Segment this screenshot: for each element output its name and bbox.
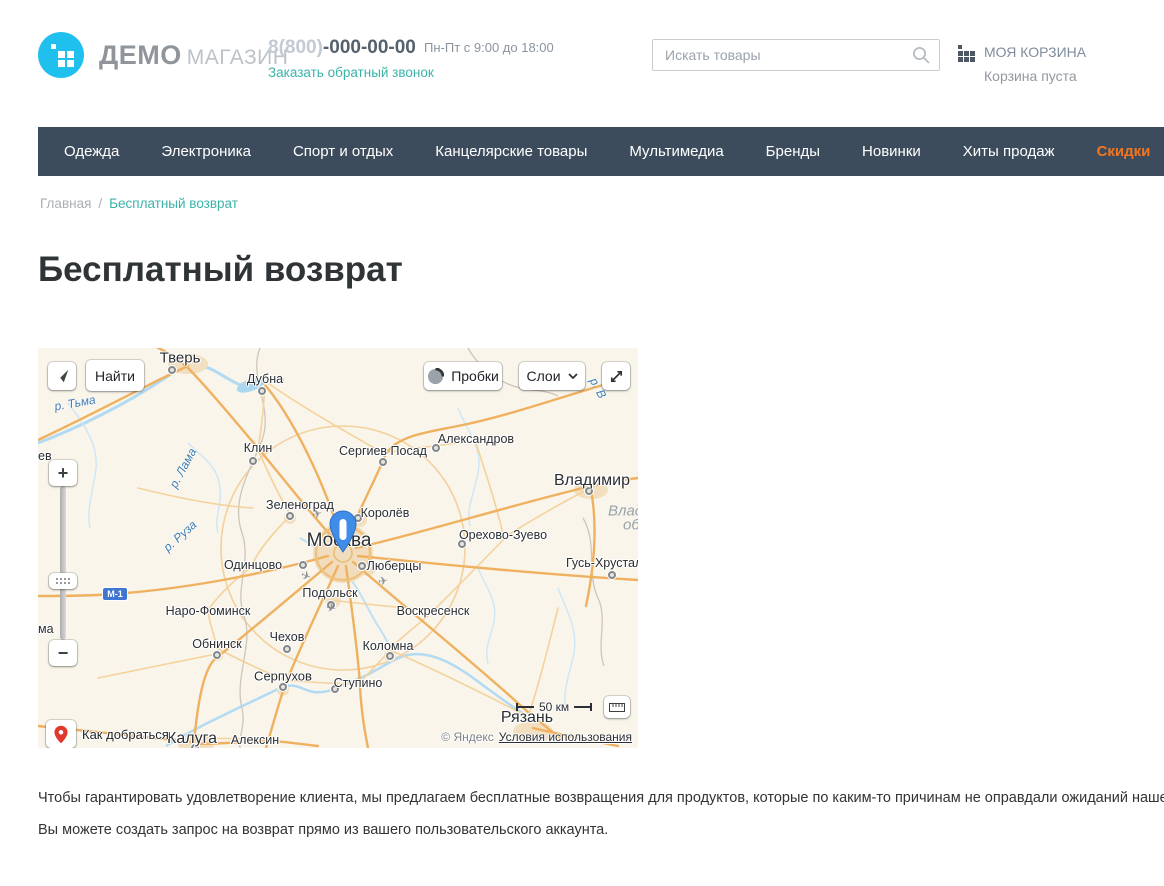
traffic-button[interactable]: Пробки — [424, 362, 502, 390]
body-paragraph-2: Вы можете создать запрос на возврат прям… — [38, 822, 608, 838]
working-hours: Пн-Пт с 9:00 до 18:00 — [424, 40, 554, 55]
brand-name: ДЕМОМАГАЗИН — [99, 40, 288, 71]
map-placemark-pin[interactable] — [328, 510, 358, 559]
nav-item-Мультимедиа[interactable]: Мультимедиа — [608, 143, 744, 160]
map-city-dot — [249, 457, 257, 465]
map-city-label: Гусь-Хрустальный — [566, 556, 638, 570]
map-attribution: © Яндекс Условия использования — [441, 730, 632, 744]
logo-pixels-icon — [38, 32, 84, 78]
nav-item-Электроника[interactable]: Электроника — [140, 143, 272, 160]
yandex-map[interactable]: Тверь Дубна Клин Сергиев Посад Александров Вл… — [38, 348, 638, 748]
map-city-label: Сергиев Посад — [339, 444, 427, 458]
map-city-dot — [358, 562, 366, 570]
page-title: Бесплатный возврат — [38, 250, 403, 290]
nav-item-Спорт и отдых[interactable]: Спорт и отдых — [272, 143, 414, 160]
nav-item-Канцелярские товары[interactable]: Канцелярские товары — [414, 143, 608, 160]
search-input[interactable] — [653, 40, 939, 70]
map-find-button[interactable]: Найти — [86, 360, 144, 391]
map-city-label: Ступино — [334, 676, 383, 690]
map-city-label: Тверь — [160, 350, 201, 367]
map-city-label: Орехово-Зуево — [459, 528, 547, 542]
map-city-label: Серпухов — [254, 669, 312, 684]
traffic-light-icon — [427, 368, 444, 385]
cart-status: Корзина пуста — [984, 68, 1086, 84]
map-city-label: Подольск — [302, 586, 357, 600]
map-city-dot — [213, 651, 221, 659]
map-city-dot — [608, 571, 616, 579]
brand-bold: ДЕМО — [99, 40, 182, 70]
map-city-label: Воскресенск — [397, 604, 470, 618]
route-button[interactable] — [46, 720, 76, 748]
phone-number: 8(800)-000-00-00 — [268, 37, 416, 59]
map-city-dot — [168, 366, 176, 374]
map-city-label: ма — [38, 622, 54, 636]
search-icon[interactable] — [912, 46, 931, 70]
fullscreen-expand-icon — [609, 369, 624, 384]
fullscreen-button[interactable] — [602, 362, 630, 390]
breadcrumb-home[interactable]: Главная — [40, 196, 91, 211]
map-city-label: Алексин — [231, 733, 279, 747]
map-city-label: Обнинск — [192, 637, 241, 651]
map-city-dot — [258, 387, 266, 395]
zoom-in-button[interactable]: + — [49, 460, 77, 486]
ruler-button[interactable] — [604, 696, 630, 718]
map-city-label: Королёв — [361, 506, 410, 520]
road-badge-m1: М-1 — [103, 588, 127, 600]
main-nav: ОдеждаЭлектроникаСпорт и отдыхКанцелярск… — [38, 127, 1164, 176]
cart-widget[interactable]: МОЯ КОРЗИНА Корзина пуста — [957, 44, 1086, 84]
map-city-label: Калуга — [167, 730, 217, 748]
cart-title[interactable]: МОЯ КОРЗИНА — [984, 44, 1086, 60]
map-city-label: Клин — [244, 441, 272, 455]
map-city-label: Коломна — [363, 639, 414, 653]
nav-item-Одежда[interactable]: Одежда — [43, 143, 140, 160]
geolocation-button[interactable] — [48, 362, 76, 390]
body-paragraph-1: Чтобы гарантировать удовлетворение клиен… — [38, 790, 1164, 806]
terms-of-use-link[interactable]: Условия использования — [499, 730, 632, 744]
ruler-icon — [609, 703, 625, 712]
layers-button[interactable]: Слои — [519, 362, 585, 390]
zoom-slider-track[interactable] — [60, 486, 66, 640]
airplane-icon: ✈ — [377, 573, 389, 589]
map-city-label: Александров — [438, 432, 514, 446]
map-city-dot — [283, 645, 291, 653]
callback-link[interactable]: Заказать обратный звонок — [268, 65, 434, 80]
scale-label: 50 км — [539, 700, 569, 714]
search-box[interactable] — [652, 39, 940, 71]
slider-grip-icon — [56, 578, 70, 584]
map-city-dot — [286, 512, 294, 520]
cart-icon — [957, 45, 975, 62]
map-city-label: Люберцы — [367, 559, 422, 573]
map-city-label: Наро-Фоминск — [166, 604, 251, 618]
yandex-copyright: © Яндекс — [441, 730, 494, 744]
map-city-label: Владимир — [554, 472, 630, 490]
map-city-label: обл — [623, 517, 638, 534]
map-city-dot — [279, 683, 287, 691]
store-logo[interactable]: ДЕМОМАГАЗИН — [38, 32, 288, 78]
map-city-dot — [386, 652, 394, 660]
route-label[interactable]: Как добраться — [82, 727, 169, 742]
map-city-label: Зеленоград — [266, 498, 334, 512]
zoom-out-button[interactable]: − — [49, 640, 77, 666]
map-city-label: Чехов — [270, 630, 305, 644]
geolocation-arrow-icon — [53, 367, 71, 385]
zoom-slider-handle[interactable] — [49, 573, 77, 589]
nav-item-Новинки[interactable]: Новинки — [841, 143, 942, 160]
map-city-label: Дубна — [247, 372, 283, 386]
nav-item-Скидки[interactable]: Скидки — [1076, 143, 1164, 160]
route-pin-icon — [54, 725, 68, 744]
chevron-down-icon — [568, 373, 578, 379]
nav-item-Бренды[interactable]: Бренды — [745, 143, 841, 160]
breadcrumb: Главная/Бесплатный возврат — [40, 196, 238, 211]
breadcrumb-current: Бесплатный возврат — [109, 196, 238, 211]
map-scale: 50 км — [516, 700, 592, 714]
map-city-dot — [379, 458, 387, 466]
map-city-label: Одинцово — [224, 558, 282, 572]
nav-item-Хиты продаж[interactable]: Хиты продаж — [942, 143, 1076, 160]
